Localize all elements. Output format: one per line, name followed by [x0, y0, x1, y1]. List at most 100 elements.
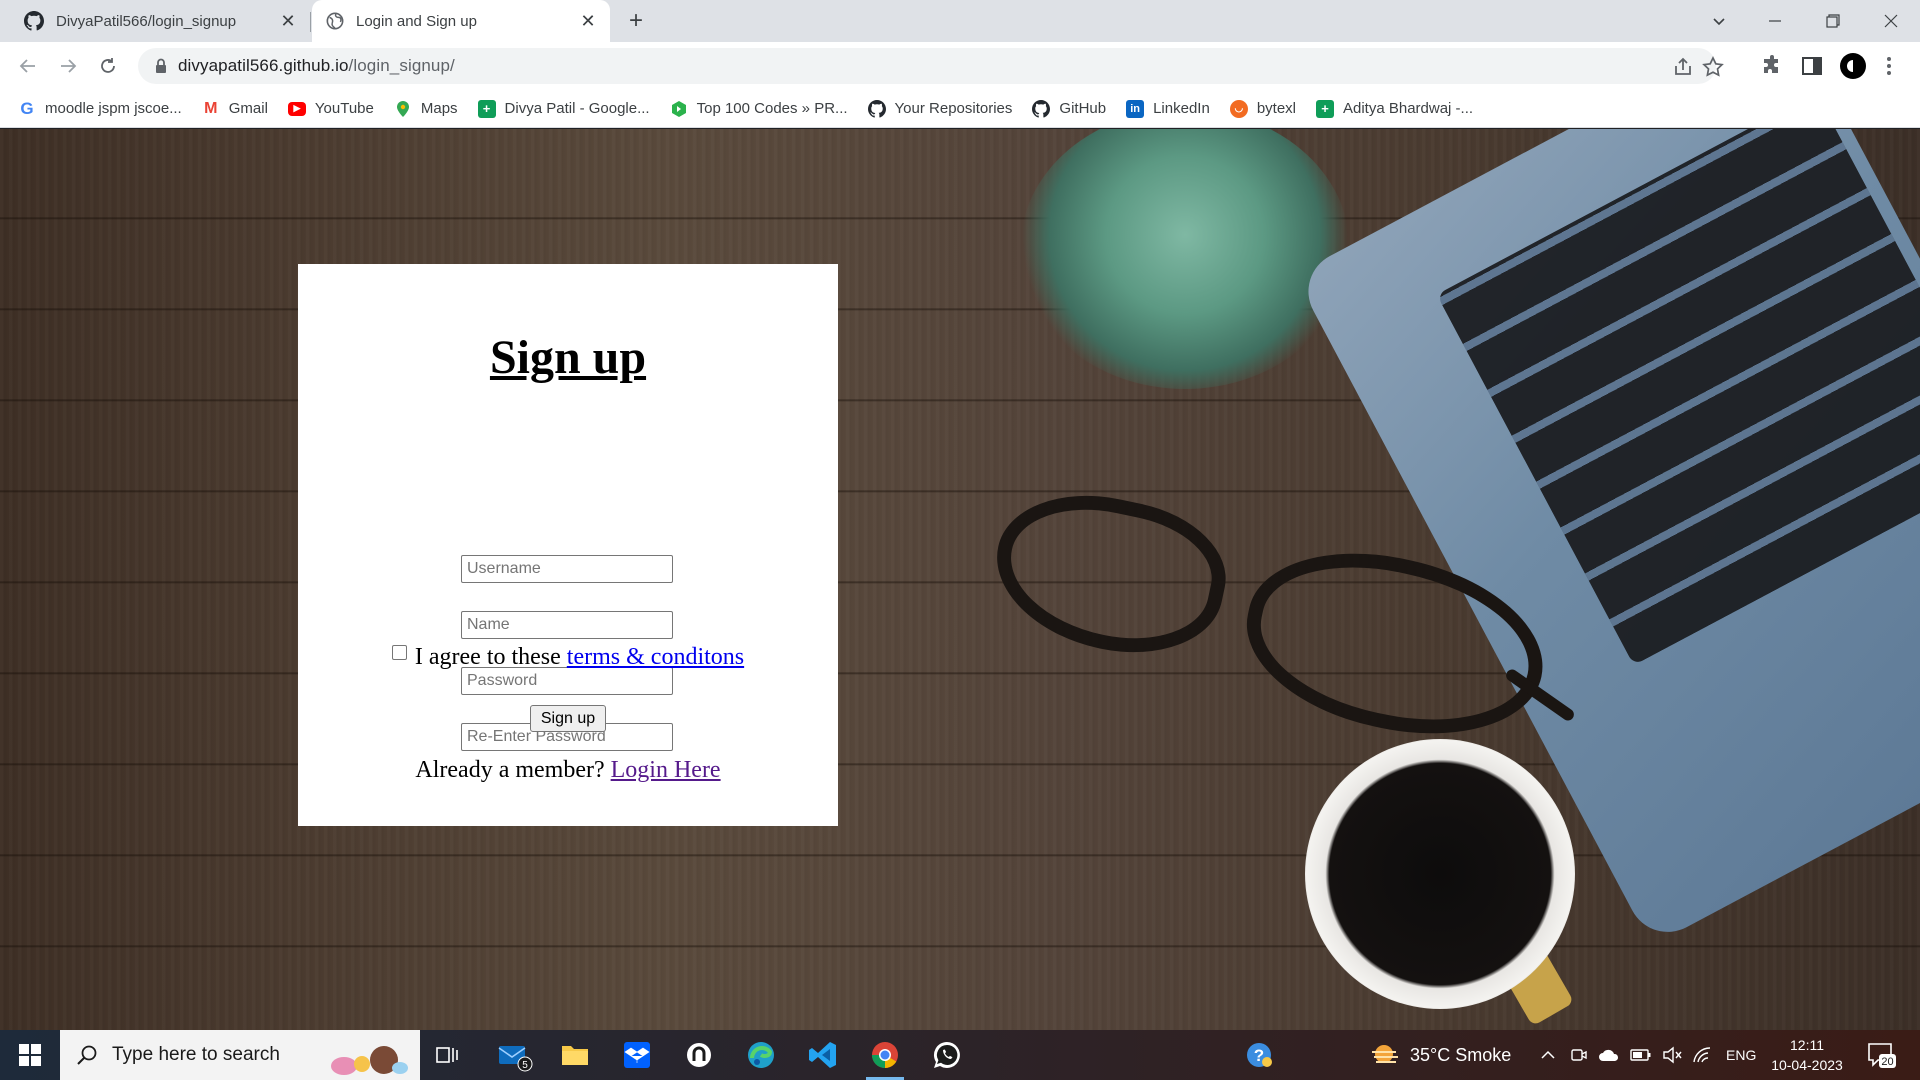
bookmark-gmail[interactable]: M Gmail — [202, 100, 268, 118]
extensions-icon[interactable] — [1760, 54, 1784, 78]
name-input[interactable] — [461, 611, 673, 639]
close-window-icon[interactable] — [1868, 0, 1914, 42]
bookmark-label: LinkedIn — [1153, 100, 1210, 117]
youtube-icon: ▶ — [287, 101, 306, 116]
login-row: Already a member? Login Here — [298, 757, 838, 784]
bookmark-label: bytexl — [1256, 100, 1296, 117]
restore-icon[interactable] — [1810, 0, 1856, 42]
tab-login-signup[interactable]: Login and Sign up ✕ — [312, 0, 610, 42]
bookmark-divya-patil[interactable]: + Divya Patil - Google... — [477, 99, 650, 118]
vscode-icon[interactable] — [796, 1030, 850, 1080]
back-icon[interactable] — [14, 52, 42, 80]
login-link[interactable]: Login Here — [611, 757, 721, 783]
system-tray: ENG — [1540, 1030, 1756, 1080]
terms-link[interactable]: terms & conditons — [567, 644, 744, 670]
bookmark-aditya-bhardwaj[interactable]: + Aditya Bhardwaj -... — [1316, 99, 1474, 118]
url-host: divyapatil566.github.io — [178, 56, 349, 75]
tab-search-icon[interactable] — [1696, 0, 1742, 42]
weather-smoke-icon — [1372, 1045, 1398, 1063]
codes-icon — [671, 100, 686, 117]
lock-icon[interactable] — [152, 57, 170, 75]
bookmark-your-repositories[interactable]: Your Repositories — [867, 99, 1012, 118]
address-bar[interactable]: divyapatil566.github.io/login_signup/ — [138, 48, 1724, 84]
bookmark-maps[interactable]: Maps — [394, 100, 458, 118]
bookmark-bytexl[interactable]: ◡ bytexl — [1229, 99, 1296, 118]
language-indicator[interactable]: ENG — [1726, 1047, 1756, 1063]
taskbar-clock[interactable]: 12:11 10-04-2023 — [1762, 1035, 1852, 1075]
tab-separator — [310, 12, 311, 32]
more-menu-icon[interactable] — [1886, 54, 1892, 78]
signup-button[interactable]: Sign up — [530, 705, 606, 732]
username-input[interactable] — [461, 555, 673, 583]
whatsapp-icon[interactable] — [920, 1030, 974, 1080]
search-placeholder: Type here to search — [112, 1044, 280, 1065]
chrome-icon[interactable] — [858, 1030, 912, 1080]
mail-app-icon[interactable]: 5 — [488, 1030, 542, 1080]
windows-icon — [19, 1044, 41, 1066]
url-path: /login_signup/ — [348, 56, 455, 75]
background-plant — [1020, 129, 1350, 389]
linkedin-icon: in — [1126, 99, 1145, 118]
search-icon — [77, 1045, 97, 1065]
url-text: divyapatil566.github.io/login_signup/ — [178, 56, 455, 76]
side-panel-icon[interactable] — [1800, 54, 1824, 78]
start-button[interactable] — [0, 1030, 60, 1080]
share-icon[interactable] — [1672, 56, 1694, 78]
bookmark-label: Maps — [420, 100, 458, 117]
signup-card: Sign up I agree to these terms & condito… — [298, 264, 838, 826]
member-text: Already a member? — [415, 757, 605, 783]
bookmark-linkedin[interactable]: in LinkedIn — [1126, 99, 1210, 118]
bookmark-moodle[interactable]: G moodle jspm jscoe... — [18, 99, 182, 118]
bookmark-label: moodle jspm jscoe... — [45, 100, 182, 117]
wifi-icon[interactable] — [1692, 1046, 1712, 1064]
terms-checkbox[interactable] — [391, 645, 407, 660]
github-desktop-icon[interactable] — [672, 1030, 726, 1080]
edge-browser-icon[interactable] — [734, 1030, 788, 1080]
bookmark-label: GitHub — [1059, 100, 1107, 117]
terms-row: I agree to these terms & conditons — [298, 644, 838, 671]
sheets-icon: + — [477, 99, 496, 118]
browser-toolbar: divyapatil566.github.io/login_signup/ — [0, 42, 1920, 90]
bookmarks-bar: G moodle jspm jscoe... M Gmail ▶ YouTube… — [0, 90, 1920, 128]
password-input[interactable] — [461, 667, 673, 695]
dropbox-icon[interactable] — [610, 1030, 664, 1080]
tab-strip: DivyaPatil566/login_signup ✕ Login and S… — [0, 0, 1920, 42]
onedrive-icon[interactable] — [1598, 1047, 1620, 1063]
github-icon — [1032, 99, 1051, 118]
bytexl-icon: ◡ — [1229, 99, 1248, 118]
weather-widget[interactable]: 35°C Smoke — [1370, 1030, 1511, 1080]
bookmark-label: Top 100 Codes » PR... — [696, 100, 848, 117]
chevron-up-icon[interactable] — [1540, 1047, 1556, 1063]
windows-taskbar: Type here to search 5 ? 35°C Smoke ENG 1… — [0, 1030, 1920, 1080]
taskbar-search[interactable]: Type here to search — [60, 1030, 420, 1080]
bookmark-github[interactable]: GitHub — [1032, 99, 1107, 118]
battery-icon[interactable] — [1630, 1048, 1652, 1062]
file-explorer-icon[interactable] — [548, 1030, 602, 1080]
close-icon[interactable]: ✕ — [578, 11, 598, 31]
task-view-icon[interactable] — [420, 1030, 474, 1080]
background-coffee-cup — [1305, 739, 1575, 1009]
reload-icon[interactable] — [94, 52, 122, 80]
page-viewport: Sign up I agree to these terms & condito… — [0, 129, 1920, 1030]
close-icon[interactable]: ✕ — [278, 11, 298, 31]
tab-title: DivyaPatil566/login_signup — [56, 12, 237, 30]
tab-github-repo[interactable]: DivyaPatil566/login_signup ✕ — [10, 0, 310, 42]
github-icon — [867, 99, 886, 118]
gmail-icon: M — [204, 99, 218, 117]
minimize-icon[interactable] — [1752, 0, 1798, 42]
bookmark-top-100-codes[interactable]: Top 100 Codes » PR... — [670, 100, 848, 118]
new-tab-button[interactable]: + — [622, 8, 650, 36]
notification-center-icon[interactable]: 20 — [1866, 1040, 1896, 1070]
help-icon[interactable]: ? — [1232, 1030, 1286, 1080]
forward-icon[interactable] — [54, 52, 82, 80]
bookmark-star-icon[interactable] — [1702, 56, 1724, 78]
weather-text: 35°C Smoke — [1410, 1044, 1512, 1065]
bookmark-youtube[interactable]: ▶ YouTube — [287, 100, 374, 117]
bookmark-label: Aditya Bhardwaj -... — [1343, 100, 1474, 117]
github-icon — [24, 11, 44, 31]
profile-avatar[interactable] — [1840, 53, 1866, 79]
volume-muted-icon[interactable] — [1662, 1046, 1682, 1064]
meet-now-icon[interactable] — [1570, 1046, 1588, 1064]
clock-time: 12:11 — [1790, 1037, 1824, 1053]
search-highlight-icon — [331, 1046, 408, 1075]
